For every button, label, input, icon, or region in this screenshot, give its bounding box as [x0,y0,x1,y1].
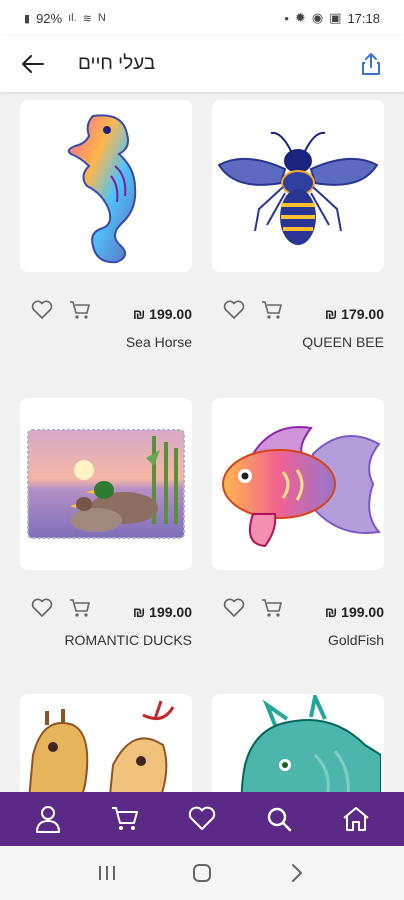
goldfish-image [222,426,381,548]
product-list[interactable]: ₪ 199.00 Sea Horse ₪ 179.00 QUEEN BEE ₪ … [0,92,404,792]
product-name[interactable]: Sea Horse [126,334,192,350]
product-image[interactable] [212,398,384,570]
heart-icon [223,300,245,319]
product-price: ₪ 199.00 [132,604,192,620]
status-left: ▮ 92% ıl. ≋ N [24,11,106,26]
wifi-icon: ≋ [82,12,92,25]
gallery-icon: ▣ [329,10,342,25]
home-icon [342,807,369,831]
product-card[interactable] [20,694,192,792]
product-actions [30,298,92,322]
product-card[interactable]: ₪ 199.00 ROMANTIC DUCKS [20,398,192,650]
product-image[interactable] [20,694,192,792]
product-meta: ₪ 199.00 ROMANTIC DUCKS [20,570,192,650]
cart-icon [262,301,282,319]
back-chevron-icon [291,864,302,882]
wishlist-button[interactable] [222,596,246,620]
nav-home[interactable] [336,799,376,839]
product-name[interactable]: QUEEN BEE [302,334,384,350]
product-meta: ₪ 179.00 QUEEN BEE [212,272,384,352]
recents-icon [99,866,116,880]
recents-button[interactable] [92,858,122,888]
heart-icon [188,806,216,830]
signal-icon: ıl. [68,12,77,24]
battery-level: 92% [36,10,63,26]
share-button[interactable] [356,49,386,79]
product-price: ₪ 199.00 [132,306,192,322]
wishlist-button[interactable] [30,596,54,620]
dot-icon: • [284,10,289,26]
settings-icon: ✹ [294,10,306,25]
app-icon: ◉ [311,10,324,25]
cart-icon [70,301,90,319]
giraffes-image [23,695,189,792]
add-to-cart-button[interactable] [260,298,284,322]
product-meta: ₪ 199.00 GoldFish [212,570,384,650]
clock: 17:18 [347,10,380,26]
product-actions [222,298,284,322]
product-name[interactable]: ROMANTIC DUCKS [64,632,192,648]
battery-icon: ▮ [24,12,31,25]
cart-icon [70,599,90,617]
bee-image [217,131,379,245]
system-home-button[interactable] [187,858,217,888]
nav-cart[interactable] [105,799,145,839]
product-card[interactable]: ₪ 179.00 QUEEN BEE [212,100,384,352]
product-image[interactable] [20,100,192,272]
nav-wishlist[interactable] [182,799,222,839]
heart-icon [223,598,245,617]
product-card[interactable]: ₪ 199.00 Sea Horse [20,100,192,352]
search-icon [267,807,292,832]
product-actions [30,596,92,620]
share-icon [362,53,380,75]
cart-icon [112,807,139,830]
product-image[interactable] [20,398,192,570]
ducks-image [27,429,185,539]
product-card[interactable]: ₪ 199.00 GoldFish [212,398,384,650]
nav-search[interactable] [259,799,299,839]
heart-icon [31,598,53,617]
back-button[interactable] [18,49,48,79]
page-title: בעלי חיים [78,53,156,74]
add-to-cart-button[interactable] [260,596,284,620]
nav-account[interactable] [28,799,68,839]
product-image[interactable] [212,100,384,272]
wishlist-button[interactable] [30,298,54,322]
system-back-button[interactable] [282,858,312,888]
product-actions [222,596,284,620]
cart-icon [262,599,282,617]
app-header: בעלי חיים [0,36,404,92]
product-image[interactable] [212,694,384,792]
product-meta: ₪ 199.00 Sea Horse [20,272,192,352]
dragon-image [215,695,381,792]
product-price: ₪ 179.00 [324,306,384,322]
system-nav [0,846,404,900]
arrow-left-icon [22,55,44,73]
seahorse-image [67,114,137,264]
nfc-icon: N [97,12,106,24]
wishlist-button[interactable] [222,298,246,322]
heart-icon [31,300,53,319]
bottom-nav [0,792,404,846]
add-to-cart-button[interactable] [68,298,92,322]
user-icon [36,806,61,833]
status-bar: ▮ 92% ıl. ≋ N • ✹ ◉ ▣ 17:18 [0,0,404,36]
home-circle-icon [192,864,211,882]
product-card[interactable] [212,694,384,792]
product-price: ₪ 199.00 [324,604,384,620]
product-name[interactable]: GoldFish [328,632,384,648]
add-to-cart-button[interactable] [68,596,92,620]
status-right: • ✹ ◉ ▣ 17:18 [284,10,380,26]
